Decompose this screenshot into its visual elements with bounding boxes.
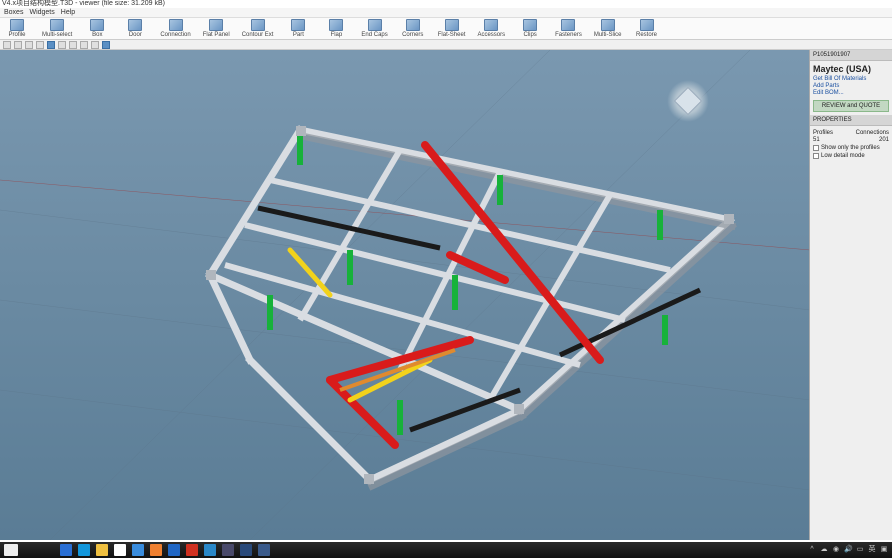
ribbon-accessors[interactable]: Accessors [477, 19, 505, 38]
task-app4-icon[interactable] [258, 544, 270, 556]
3d-viewport[interactable] [0, 50, 809, 540]
menu-widgets[interactable]: Widgets [29, 9, 54, 16]
link-edit-bom[interactable]: Edit BOM... [813, 90, 889, 96]
multislice-icon [601, 19, 615, 31]
tray-battery-icon[interactable]: ▭ [856, 546, 864, 554]
checkbox-icon [813, 153, 819, 159]
view-toolbar [0, 40, 892, 50]
task-explorer-icon[interactable] [96, 544, 108, 556]
scene-svg [0, 50, 809, 540]
connections-value: 201 [879, 137, 889, 143]
tool-select-icon[interactable] [91, 41, 99, 49]
task-wps-icon[interactable] [186, 544, 198, 556]
panel-props-header: PROPERTIES [810, 115, 892, 126]
part-icon [291, 19, 305, 31]
tray-notif-icon[interactable]: ▣ [880, 546, 888, 554]
task-app2-icon[interactable] [222, 544, 234, 556]
chk-only-profiles[interactable]: Show only the profiles [813, 145, 889, 151]
task-shield-icon[interactable] [150, 544, 162, 556]
side-panel: P1051901907 Maytec (USA) Get Bill Of Mat… [809, 50, 892, 540]
corners-icon [406, 19, 420, 31]
tool-refresh-icon[interactable] [36, 41, 44, 49]
restore-icon [640, 19, 654, 31]
ribbon-endcaps[interactable]: End Caps [361, 19, 387, 38]
window-title: V4.x项目结构模型.T3D - viewer (file size: 31.2… [0, 0, 892, 8]
ribbon-contour[interactable]: Contour Ext [242, 19, 274, 38]
review-quote-button[interactable]: REVIEW and QUOTE [813, 100, 889, 112]
profiles-value: 51 [813, 137, 820, 143]
task-word-icon[interactable] [168, 544, 180, 556]
windows-taskbar: ^ ☁ ◉ 🔊 ▭ 英 ▣ [0, 542, 892, 558]
multi-select-icon [50, 19, 64, 31]
tool-pan-icon[interactable] [58, 41, 66, 49]
task-mail-icon[interactable] [132, 544, 144, 556]
menu-help[interactable]: Help [61, 9, 75, 16]
task-search-icon[interactable] [60, 544, 72, 556]
checkbox-icon [813, 145, 819, 151]
chk-low-detail[interactable]: Low detail mode [813, 153, 889, 159]
flap-icon [329, 19, 343, 31]
tool-fit-icon[interactable] [80, 41, 88, 49]
accessors-icon [484, 19, 498, 31]
view-cube[interactable] [667, 80, 709, 122]
panel-group-header: P1051901907 [810, 50, 892, 61]
tool-mode-icon[interactable] [102, 41, 110, 49]
tool-undo-icon[interactable] [14, 41, 22, 49]
ribbon-flatsheet[interactable]: Flat-Sheet [438, 19, 466, 38]
menu-bar: Boxes Widgets Help [0, 8, 892, 18]
ribbon-part[interactable]: Part [285, 19, 311, 38]
connection-icon [169, 19, 183, 31]
ribbon-clips[interactable]: Clips [517, 19, 543, 38]
tool-home-icon[interactable] [3, 41, 11, 49]
main-area: P1051901907 Maytec (USA) Get Bill Of Mat… [0, 50, 892, 540]
ribbon-box[interactable]: Box [84, 19, 110, 38]
flat-panel-icon [209, 19, 223, 31]
ribbon-toolbar: Profile Multi-select Box Door Connection… [0, 18, 892, 40]
ribbon-door[interactable]: Door [122, 19, 148, 38]
profile-icon [10, 19, 24, 31]
tray-network-icon[interactable]: ◉ [832, 546, 840, 554]
system-tray: ^ ☁ ◉ 🔊 ▭ 英 ▣ [808, 546, 888, 554]
clips-icon [523, 19, 537, 31]
menu-boxes[interactable]: Boxes [4, 9, 23, 16]
ribbon-multislice[interactable]: Multi-Slice [594, 19, 622, 38]
tray-ime-icon[interactable]: 英 [868, 546, 876, 554]
ribbon-corners[interactable]: Corners [400, 19, 426, 38]
ribbon-flap[interactable]: Flap [323, 19, 349, 38]
tray-chevron-icon[interactable]: ^ [808, 546, 816, 554]
tool-orbit-icon[interactable] [47, 41, 55, 49]
box-icon [90, 19, 104, 31]
door-icon [128, 19, 142, 31]
panel-title: Maytec (USA) [813, 64, 889, 74]
ribbon-connection[interactable]: Connection [160, 19, 190, 38]
endcaps-icon [368, 19, 382, 31]
tool-redo-icon[interactable] [25, 41, 33, 49]
fasteners-icon [561, 19, 575, 31]
tool-zoom-icon[interactable] [69, 41, 77, 49]
start-button[interactable] [4, 544, 18, 556]
flatsheet-icon [445, 19, 459, 31]
ribbon-multi-select[interactable]: Multi-select [42, 19, 72, 38]
link-bom[interactable]: Get Bill Of Materials [813, 76, 889, 82]
ribbon-fasteners[interactable]: Fasteners [555, 19, 582, 38]
task-app1-icon[interactable] [204, 544, 216, 556]
task-edge-icon[interactable] [78, 544, 90, 556]
profiles-label: Profiles [813, 130, 833, 136]
connections-label: Connections [856, 130, 889, 136]
tray-volume-icon[interactable]: 🔊 [844, 546, 852, 554]
tray-cloud-icon[interactable]: ☁ [820, 546, 828, 554]
ribbon-restore[interactable]: Restore [634, 19, 660, 38]
task-store-icon[interactable] [114, 544, 126, 556]
ribbon-profile[interactable]: Profile [4, 19, 30, 38]
task-app3-icon[interactable] [240, 544, 252, 556]
ribbon-flat-panel[interactable]: Flat Panel [203, 19, 230, 38]
link-add-parts[interactable]: Add Parts [813, 83, 889, 89]
contour-icon [251, 19, 265, 31]
view-cube-face [674, 87, 702, 115]
